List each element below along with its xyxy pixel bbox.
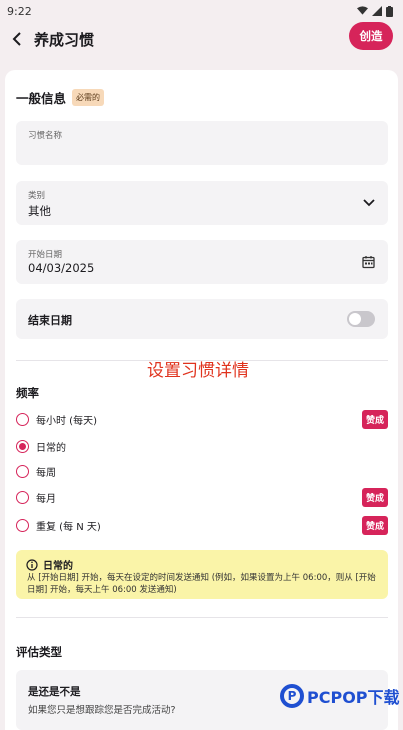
frequency-option-repeat[interactable]: 重复 (每 N 天) 赞成 [16,515,388,535]
battery-icon [386,5,393,17]
category-value: 其他 [28,204,51,218]
toggle-knob [349,313,361,325]
signal-icon [372,6,382,16]
frequency-option-hourly[interactable]: 每小时 (每天) 赞成 [16,409,388,429]
option-label: 每周 [36,467,56,479]
option-label: 重复 (每 N 天) [36,521,101,533]
chevron-down-icon [363,199,375,207]
calendar-icon[interactable] [362,256,375,269]
frequency-option-weekly[interactable]: 每周 [16,461,388,481]
radio-button-selected[interactable] [16,439,29,453]
overlay-caption: 设置习惯详情 [147,361,249,381]
divider [16,617,388,618]
form-card: 一般信息 必需的 习惯名称 类别 其他 开始日期 04/03/2025 结束日期… [5,70,398,730]
habit-name-field[interactable]: 习惯名称 [16,121,388,165]
wifi-icon [357,6,368,15]
end-date-label: 结束日期 [28,314,72,327]
required-badge: 必需的 [72,89,105,106]
evaluation-option-subtitle: 如果您只是想跟踪您是否完成活动? [28,705,176,716]
general-info-header: 一般信息 必需的 [16,88,105,107]
info-body: 从 [开始日期] 开始，每天在设定的时间发送通知 (例如，如果设置为上午 06:… [27,573,376,595]
toggle-track [347,311,375,327]
evaluation-option-title: 是还是不是 [28,686,81,698]
pro-badge: 赞成 [361,409,388,429]
radio-button[interactable] [16,490,29,504]
habit-name-label: 习惯名称 [28,131,63,141]
frequency-info-box: 日常的 从 [开始日期] 开始，每天在设定的时间发送通知 (例如，如果设置为上午… [16,550,388,599]
frequency-heading: 频率 [16,386,39,400]
option-label: 每月 [36,493,56,505]
start-date-field[interactable]: 开始日期 04/03/2025 [16,240,388,284]
watermark-logo: P [280,684,304,708]
clock: 9:22 [7,4,32,18]
frequency-option-daily[interactable]: 日常的 [16,436,388,456]
end-date-row: 结束日期 [16,299,388,339]
category-label: 类别 [28,191,46,201]
general-info-heading: 一般信息 [16,91,67,106]
pro-badge: 赞成 [361,487,388,507]
radio-button[interactable] [16,412,29,426]
start-date-value: 04/03/2025 [28,261,95,275]
frequency-option-monthly[interactable]: 每月 赞成 [16,487,388,507]
start-date-label: 开始日期 [28,250,63,260]
radio-button[interactable] [16,464,29,478]
chevron-left-icon [12,32,21,46]
option-label: 每小时 (每天) [36,415,97,427]
evaluation-heading: 评估类型 [16,645,62,659]
info-title: 日常的 [43,561,73,572]
category-select[interactable]: 类别 其他 [16,181,388,225]
back-button[interactable] [10,32,24,46]
info-header: 日常的 [26,557,73,572]
create-button[interactable]: 创造 [349,22,393,50]
watermark: P PCPOP下载 [280,684,400,708]
watermark-text: PCPOP下载 [307,688,400,707]
page-title: 养成习惯 [34,30,95,49]
end-date-toggle[interactable] [347,311,375,327]
radio-dot [19,442,26,450]
status-bar: 9:22 [0,0,403,22]
option-label: 日常的 [36,442,66,454]
pro-badge: 赞成 [361,515,388,535]
radio-button[interactable] [16,518,29,532]
app-bar: 养成习惯 创造 [0,22,403,56]
status-icons [357,5,393,17]
info-icon [26,558,38,571]
